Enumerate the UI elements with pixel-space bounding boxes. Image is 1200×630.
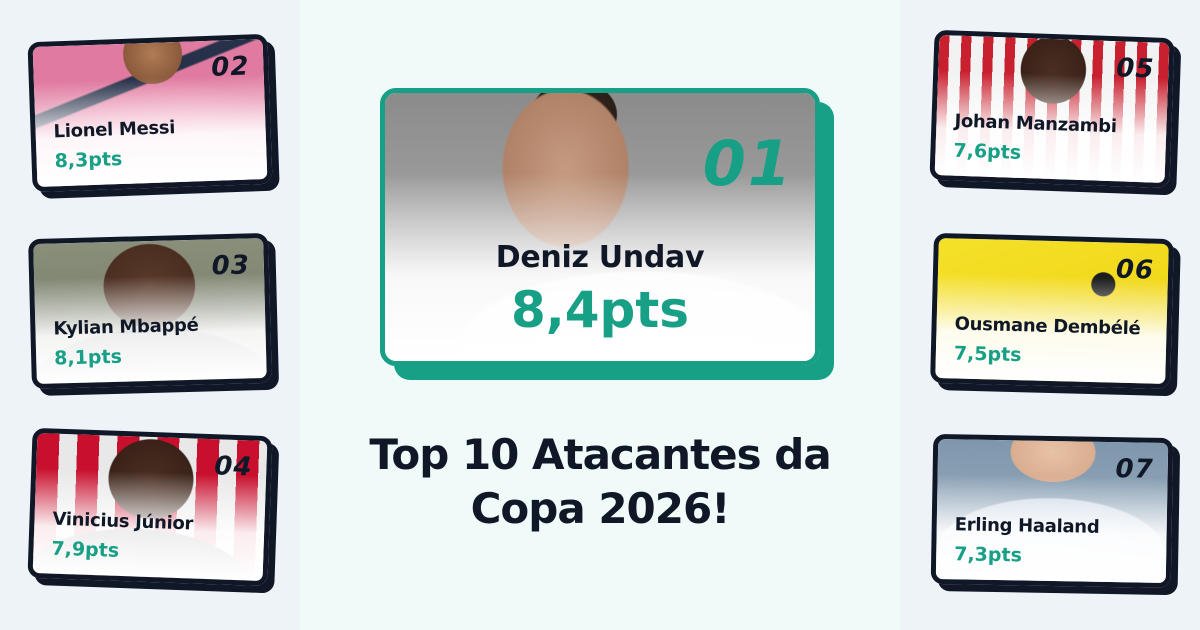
player-score: 7,6pts — [953, 139, 1022, 164]
featured-rank-number: 01 — [702, 127, 793, 200]
player-card-2[interactable]: 02 Lionel Messi 8,3pts — [27, 33, 273, 193]
rank-number: 06 — [1115, 254, 1155, 286]
rank-number: 05 — [1115, 53, 1155, 85]
rank-number: 04 — [213, 451, 253, 483]
rank-number: 07 — [1115, 454, 1154, 485]
player-card-5[interactable]: 05 Johan Manzambi 7,6pts — [929, 29, 1175, 189]
player-score: 8,1pts — [53, 345, 123, 370]
featured-player-name: Deniz Undav — [495, 240, 705, 275]
player-card-3[interactable]: 03 Kylian Mbappé 8,1pts — [28, 232, 272, 390]
player-score: 8,3pts — [54, 148, 123, 173]
rank-number: 03 — [211, 250, 251, 282]
featured-player-score: 8,4pts — [510, 281, 690, 339]
player-name: Lionel Messi — [53, 117, 176, 143]
player-name: Kylian Mbappé — [53, 314, 199, 340]
player-card-6[interactable]: 06 Ousmane Dembélé 7,5pts — [930, 232, 1174, 390]
featured-player-card[interactable]: 01 Deniz Undav 8,4pts — [380, 88, 820, 366]
player-card-7[interactable]: 07 Erling Haaland 7,3pts — [930, 433, 1174, 589]
page-headline: Top 10 Atacantes da Copa 2026! — [300, 428, 900, 536]
player-score: 7,9pts — [51, 537, 120, 562]
headline-line-2: Copa 2026! — [470, 484, 731, 533]
player-score: 7,3pts — [954, 543, 1023, 567]
player-card-4[interactable]: 04 Vinicius Júnior 7,9pts — [27, 427, 273, 587]
rank-number: 02 — [210, 51, 250, 83]
player-name: Erling Haaland — [954, 514, 1100, 538]
player-score: 7,5pts — [953, 342, 1022, 367]
headline-line-1: Top 10 Atacantes da — [369, 430, 831, 479]
